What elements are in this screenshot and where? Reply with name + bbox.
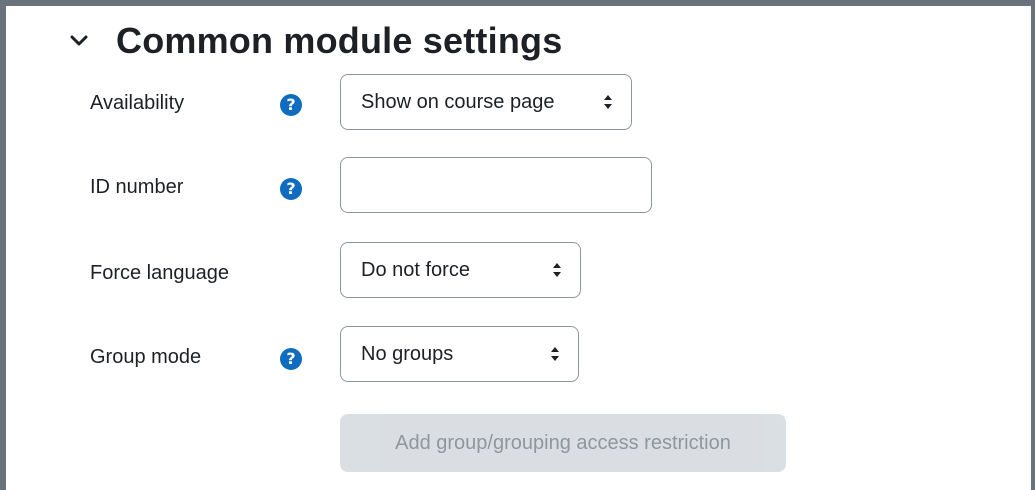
force-language-select[interactable]: Do not force	[340, 242, 581, 298]
group-mode-select[interactable]: No groups	[340, 326, 579, 382]
section-title: Common module settings	[116, 20, 563, 61]
availability-label: Availability	[90, 92, 185, 114]
availability-select-value: Show on course page	[361, 90, 555, 113]
select-caret-icon	[553, 263, 561, 277]
force-language-label: Force language	[90, 262, 229, 284]
chevron-down-icon[interactable]	[68, 30, 90, 52]
force-language-select-value: Do not force	[361, 258, 470, 281]
section-header[interactable]: Common module settings	[68, 16, 562, 66]
idnumber-help-icon[interactable]: ?	[280, 178, 302, 200]
availability-help-icon[interactable]: ?	[280, 94, 302, 116]
select-caret-icon	[551, 347, 559, 361]
add-restriction-button[interactable]: Add group/grouping access restriction	[340, 414, 786, 472]
group-mode-select-value: No groups	[361, 342, 454, 365]
group-mode-help-icon[interactable]: ?	[280, 348, 302, 370]
availability-select[interactable]: Show on course page	[340, 74, 632, 130]
group-mode-label: Group mode	[90, 346, 202, 368]
idnumber-input[interactable]	[340, 157, 652, 213]
select-caret-icon	[604, 95, 612, 109]
settings-panel: Common module settings Availability ? Sh…	[0, 0, 1035, 490]
idnumber-label: ID number	[90, 176, 184, 198]
